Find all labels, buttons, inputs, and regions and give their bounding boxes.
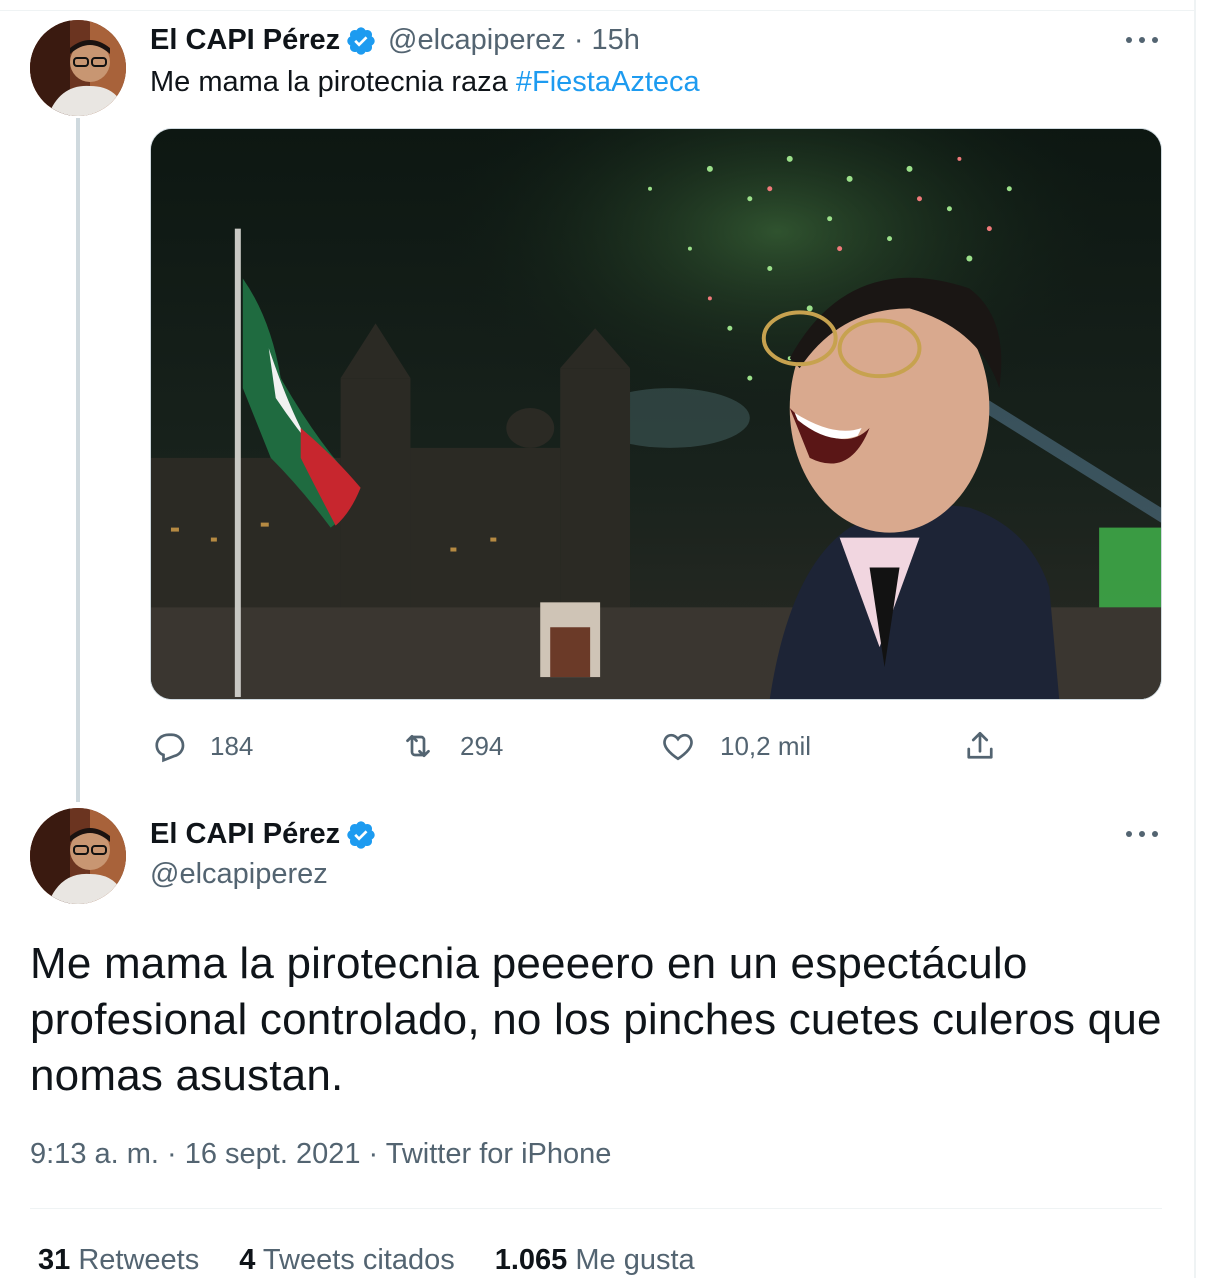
reply-action[interactable]: 184 bbox=[150, 724, 253, 768]
tweet-timestamp-source[interactable]: 9:13 a. m. · 16 sept. 2021 · Twitter for… bbox=[30, 1138, 611, 1171]
like-icon bbox=[663, 733, 693, 761]
share-action[interactable] bbox=[962, 724, 998, 768]
reply-count: 184 bbox=[210, 730, 254, 761]
avatar-image bbox=[30, 20, 126, 116]
thread-connector bbox=[76, 118, 80, 802]
likes-stat[interactable]: 1.065 Me gusta bbox=[495, 1244, 695, 1277]
reply-icon bbox=[155, 733, 185, 763]
author-name[interactable]: El CAPI Pérez bbox=[150, 24, 340, 57]
quotes-label: Tweets citados bbox=[262, 1244, 455, 1276]
likes-count: 1.065 bbox=[494, 1244, 568, 1276]
retweet-icon bbox=[406, 734, 430, 758]
retweet-count: 294 bbox=[460, 730, 504, 761]
retweet-action[interactable]: 294 bbox=[400, 724, 503, 768]
stats-divider bbox=[30, 1208, 1162, 1209]
retweets-stat[interactable]: 31 Retweets bbox=[38, 1244, 199, 1277]
like-action[interactable]: 10,2 mil bbox=[660, 724, 811, 768]
retweets-label: Retweets bbox=[78, 1244, 200, 1276]
like-count: 10,2 mil bbox=[720, 730, 812, 761]
author-name[interactable]: El CAPI Pérez bbox=[150, 818, 340, 851]
share-icon bbox=[967, 731, 993, 759]
quotes-count: 4 bbox=[239, 1244, 256, 1276]
tweet-photo[interactable] bbox=[150, 128, 1162, 700]
quotes-stat[interactable]: 4 Tweets citados bbox=[239, 1244, 455, 1277]
fireworks-photo-image bbox=[151, 129, 1161, 699]
author-handle-and-time: @elcapiperez · 15h bbox=[388, 24, 640, 57]
avatar-image bbox=[30, 808, 126, 904]
tweet-time[interactable]: 15h bbox=[592, 24, 640, 56]
avatar[interactable] bbox=[30, 20, 126, 116]
more-options-icon[interactable] bbox=[1122, 30, 1162, 50]
hashtag-link[interactable]: #FiestaAzteca bbox=[516, 66, 700, 98]
tweet-text-body: Me mama la pirotecnia raza bbox=[150, 66, 516, 98]
verified-badge-icon bbox=[347, 821, 375, 849]
more-options-icon[interactable] bbox=[1122, 824, 1162, 844]
tweet-stats: 31 Retweets 4 Tweets citados 1.065 Me gu… bbox=[38, 1244, 695, 1277]
top-divider bbox=[0, 10, 1194, 11]
time-separator: · bbox=[565, 24, 592, 56]
column-border bbox=[1194, 0, 1196, 1278]
tweet-text: Me mama la pirotecnia raza #FiestaAzteca bbox=[150, 66, 700, 99]
avatar[interactable] bbox=[30, 808, 126, 904]
likes-label: Me gusta bbox=[575, 1244, 695, 1276]
author-handle[interactable]: @elcapiperez bbox=[388, 24, 566, 56]
verified-badge-icon bbox=[347, 27, 375, 55]
author-handle[interactable]: @elcapiperez bbox=[150, 858, 328, 891]
retweets-count: 31 bbox=[38, 1244, 71, 1276]
focused-tweet-text: Me mama la pirotecnia peeeero en un espe… bbox=[30, 939, 1162, 1100]
